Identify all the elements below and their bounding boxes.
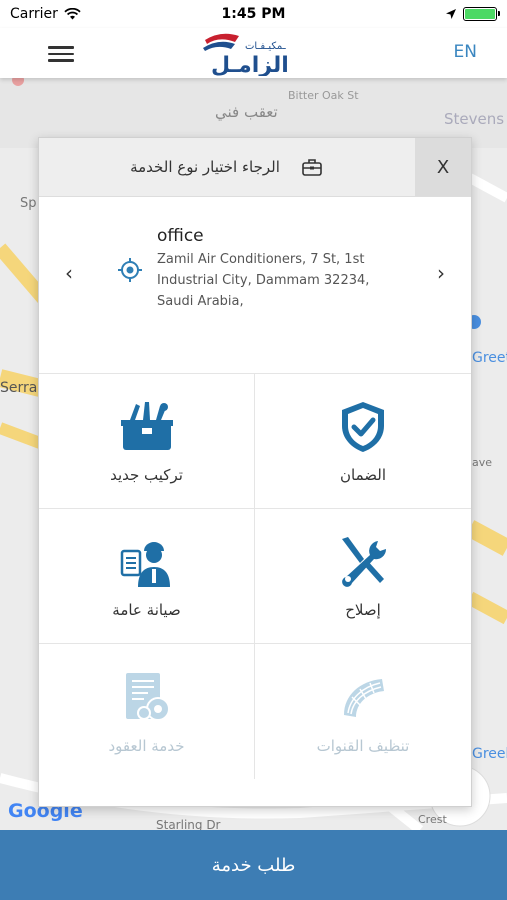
service-warranty[interactable]: الضمان <box>255 374 471 509</box>
hamburger-menu-icon[interactable] <box>48 42 74 64</box>
duct-icon <box>344 678 384 717</box>
address-selector: ‹ office Zamil Air Conditioners, 7 St, 1… <box>39 197 471 374</box>
battery-icon <box>463 7 500 21</box>
map-label-taqab: تعقب فني <box>215 103 278 121</box>
chevron-right-icon[interactable]: › <box>437 261 445 285</box>
status-time: 1:45 PM <box>221 6 286 22</box>
service-label: صيانة عامة <box>112 601 181 619</box>
service-label: خدمة العقود <box>108 736 185 755</box>
service-type-modal: الرجاء اختيار نوع الخدمة X ‹ office Zami… <box>38 137 472 807</box>
request-service-button[interactable]: طلب خدمة <box>0 830 507 900</box>
modal-header: الرجاء اختيار نوع الخدمة X <box>39 138 471 197</box>
service-new-installation[interactable]: تركيب جديد <box>39 374 255 509</box>
wrench-screwdriver-icon <box>342 537 387 587</box>
service-grid: تركيب جديد الضمان صيانة عامة إصلاح خدمة … <box>39 374 471 779</box>
service-repair[interactable]: إصلاح <box>255 509 471 644</box>
modal-title: الرجاء اختيار نوع الخدمة <box>39 138 413 196</box>
map-label-crest: Crest <box>418 813 447 826</box>
toolbox-small-icon <box>302 159 322 176</box>
app-header: ـمكيـفـات الزامـل EN <box>0 28 507 78</box>
map-label-stevens: Stevens <box>444 110 505 128</box>
map-label-serra: Serra <box>0 380 38 396</box>
chevron-left-icon[interactable]: ‹ <box>65 261 73 285</box>
address-name: office <box>157 226 204 246</box>
service-duct-cleaning[interactable]: تنظيف القنوات <box>255 644 471 779</box>
location-target-icon <box>118 258 142 282</box>
map-label-creek: Greek <box>472 746 507 762</box>
map-label-sp: Sp <box>20 196 37 211</box>
close-button[interactable]: X <box>415 138 471 196</box>
technician-icon <box>120 542 170 587</box>
map-label-bitter-oak: Bitter Oak St <box>288 89 359 102</box>
map-label-greet: Greete <box>472 350 507 366</box>
svg-text:ـمكيـفـات: ـمكيـفـات <box>245 41 287 52</box>
map-label-starling: Starling Dr <box>156 818 221 830</box>
service-label: إصلاح <box>345 601 381 619</box>
zamil-logo: ـمكيـفـات الزامـل <box>202 33 289 76</box>
map-label-ave: ave <box>472 456 493 469</box>
service-contracts[interactable]: خدمة العقود <box>39 644 255 779</box>
service-label: تنظيف القنوات <box>316 736 410 755</box>
svg-text:الزامـل: الزامـل <box>211 53 289 76</box>
status-bar: Carrier 1:45 PM <box>0 0 507 28</box>
shield-check-icon <box>342 402 384 452</box>
toolbox-icon <box>120 402 173 450</box>
language-toggle[interactable]: EN <box>454 42 477 62</box>
service-general-maintenance[interactable]: صيانة عامة <box>39 509 255 644</box>
service-label: الضمان <box>339 466 386 484</box>
modal-title-text: الرجاء اختيار نوع الخدمة <box>130 158 280 176</box>
service-label: تركيب جديد <box>110 466 183 484</box>
contract-document-icon <box>125 672 170 721</box>
address-text: Zamil Air Conditioners, 7 St, 1st Indust… <box>157 252 370 309</box>
